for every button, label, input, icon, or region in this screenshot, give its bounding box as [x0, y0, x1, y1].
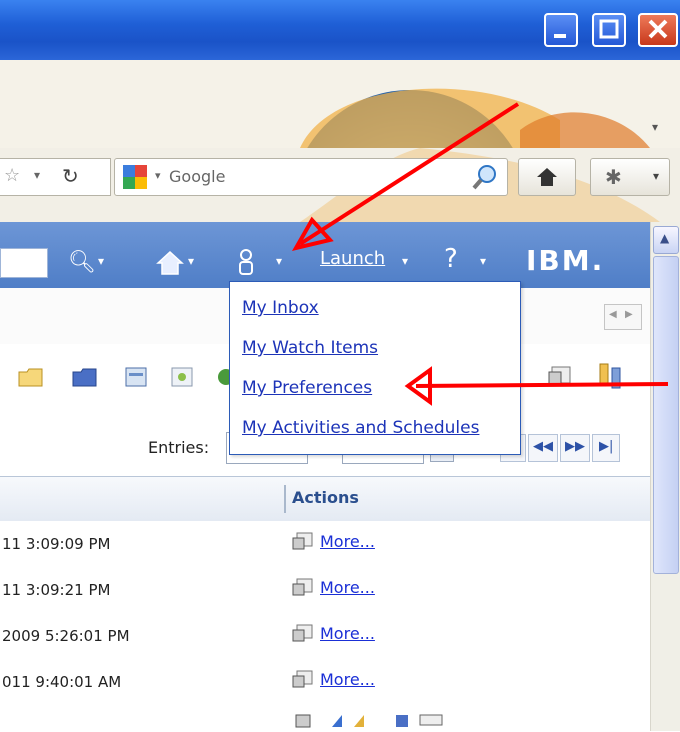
- more-link[interactable]: More...: [320, 624, 375, 643]
- row-time: 11 3:09:21 PM: [2, 581, 111, 599]
- addon-dropdown-icon: ▾: [653, 169, 660, 183]
- home-button[interactable]: [518, 158, 576, 196]
- user-dropdown-icon[interactable]: ▾: [276, 254, 282, 268]
- close-button[interactable]: [638, 13, 678, 47]
- grid-header: Actions: [0, 477, 650, 522]
- column-divider: [284, 485, 286, 513]
- search-engine-label: Google: [169, 167, 226, 186]
- row-action: More...: [292, 531, 375, 551]
- maximize-icon: [599, 19, 619, 39]
- menu-bar-area: ▾: [0, 60, 680, 148]
- more-link[interactable]: More...: [320, 578, 375, 597]
- fast-forward-icon: ▶▶: [565, 439, 585, 454]
- menu-item-my-preferences[interactable]: My Preferences: [242, 378, 372, 398]
- search-input[interactable]: ▾ Google: [114, 158, 508, 196]
- magnifier-icon[interactable]: [471, 163, 499, 191]
- new-form-icon[interactable]: [124, 366, 150, 388]
- bug-icon: ✱: [605, 165, 622, 189]
- row-action: More...: [292, 623, 375, 643]
- tab-scroll-right-icon[interactable]: ▶: [625, 309, 633, 320]
- table-row: 11 3:09:09 PM More...: [0, 521, 650, 567]
- app-header: 🔍︎ ▾ ▾ ▾ Launch ▾ ? ▾ IBM.: [0, 222, 650, 288]
- last-page-button[interactable]: ▶|: [592, 434, 620, 462]
- user-profile-icon[interactable]: [236, 248, 256, 276]
- table-row: 011 9:40:01 AM More...: [0, 659, 650, 705]
- header-home-icon[interactable]: [156, 250, 184, 276]
- properties-icon[interactable]: [548, 364, 576, 388]
- reload-icon: ↻: [62, 164, 79, 188]
- launch-dropdown-icon[interactable]: ▾: [402, 254, 408, 268]
- results-grid: Actions 11 3:09:09 PM More... 11 3:09:21…: [0, 476, 650, 732]
- tab-scroll-left-icon[interactable]: ◀: [609, 309, 617, 320]
- maximize-button[interactable]: [592, 13, 626, 47]
- addon-button[interactable]: ✱ ▾: [590, 158, 670, 196]
- browser-toolbar: ☆ ▾ ↻ ▾ Google ✱ ▾: [0, 148, 680, 222]
- ibm-logo: IBM.: [526, 244, 605, 277]
- bookmark-star-button[interactable]: ☆ ▾ ↻: [0, 158, 111, 196]
- close-icon: [648, 19, 668, 39]
- actions-column-header[interactable]: Actions: [292, 488, 359, 507]
- row-action: More...: [292, 669, 375, 689]
- new-folder-blue-icon[interactable]: [72, 366, 98, 388]
- minimize-icon: [554, 34, 566, 38]
- history-dropdown-icon: ▾: [34, 168, 41, 182]
- properties-icon: [292, 578, 313, 596]
- scroll-up-button[interactable]: ▲: [653, 226, 679, 254]
- partial-action-icons: [295, 714, 443, 728]
- scroll-up-icon: ▲: [660, 231, 670, 245]
- table-row: 11 3:09:21 PM More...: [0, 567, 650, 613]
- menu-item-my-inbox[interactable]: My Inbox: [242, 298, 319, 318]
- star-icon: ☆: [4, 165, 21, 186]
- properties-icon: [292, 624, 313, 642]
- find-dropdown-icon[interactable]: ▾: [98, 254, 104, 268]
- new-report-icon[interactable]: [170, 366, 196, 388]
- header-search-input[interactable]: [0, 248, 48, 278]
- menu-item-my-activities-and-schedules[interactable]: My Activities and Schedules: [242, 418, 479, 438]
- prev-page-button[interactable]: ◀◀: [528, 434, 558, 462]
- menu-dropdown-icon[interactable]: ▾: [652, 120, 658, 134]
- last-page-icon: ▶|: [599, 439, 614, 454]
- row-action: More...: [292, 577, 375, 597]
- minimize-button[interactable]: [544, 13, 578, 47]
- vertical-scrollbar[interactable]: ▲: [650, 222, 680, 731]
- partial-globe-icon[interactable]: [216, 366, 230, 388]
- next-page-button[interactable]: ▶▶: [560, 434, 590, 462]
- properties-icon: [292, 532, 313, 550]
- launch-menu-link[interactable]: Launch: [320, 248, 385, 269]
- properties-icon: [292, 670, 313, 688]
- help-dropdown-icon[interactable]: ▾: [480, 254, 486, 268]
- scroll-thumb[interactable]: [653, 256, 679, 574]
- user-menu-dropdown: My Inbox My Watch Items My Preferences M…: [229, 281, 521, 455]
- home-dropdown-icon[interactable]: ▾: [188, 254, 194, 268]
- row-time: 011 9:40:01 AM: [2, 673, 122, 691]
- new-folder-icon[interactable]: [18, 366, 44, 388]
- entries-label: Entries:: [148, 438, 210, 457]
- window-titlebar: [0, 0, 680, 60]
- search-engine-dropdown-icon: ▾: [155, 169, 161, 182]
- tab-scroll-buttons[interactable]: ◀ ▶: [604, 304, 642, 330]
- row-time: 11 3:09:09 PM: [2, 535, 111, 553]
- table-row: 2009 5:26:01 PM More...: [0, 613, 650, 659]
- cut-copy-icon[interactable]: [596, 362, 626, 390]
- more-link[interactable]: More...: [320, 670, 375, 689]
- firefox-logo-art: [300, 88, 650, 148]
- menu-item-my-watch-items[interactable]: My Watch Items: [242, 338, 378, 358]
- google-logo-icon: [123, 165, 147, 189]
- row-time: 2009 5:26:01 PM: [2, 627, 130, 645]
- rewind-icon: ◀◀: [533, 439, 553, 454]
- more-link[interactable]: More...: [320, 532, 375, 551]
- table-row-partial: [0, 705, 650, 732]
- find-icon[interactable]: 🔍︎: [68, 250, 96, 275]
- help-icon[interactable]: ?: [444, 244, 458, 274]
- home-icon: [537, 168, 557, 186]
